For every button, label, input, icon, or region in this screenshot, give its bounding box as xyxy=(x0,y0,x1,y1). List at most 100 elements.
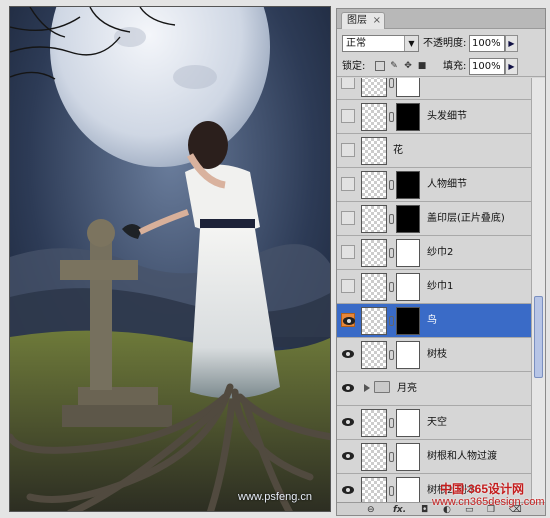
panel-tabbar: 图层 × xyxy=(337,9,545,29)
layer-mask-thumbnail[interactable] xyxy=(396,443,420,471)
blend-mode-value: 正常 xyxy=(346,38,366,49)
layer-name: 纱巾1 xyxy=(427,281,454,292)
visibility-eye-icon[interactable] xyxy=(341,109,355,123)
layer-name: 树枝 xyxy=(427,349,447,360)
layers-scrollbar[interactable] xyxy=(531,78,545,502)
layer-row[interactable]: 纱巾2 xyxy=(337,236,531,270)
fill-slider-arrow-icon[interactable]: ▶ xyxy=(505,58,518,75)
layer-thumbnail xyxy=(361,171,387,199)
lock-move-icon[interactable]: ✥ xyxy=(403,61,413,71)
mask-link-icon[interactable] xyxy=(389,112,394,122)
mask-icon[interactable]: ◘ xyxy=(421,504,428,515)
layer-row[interactable]: 树根和人物过渡 xyxy=(337,440,531,474)
tab-layers-label: 图层 xyxy=(347,15,367,26)
opacity-slider-arrow-icon[interactable]: ▶ xyxy=(505,35,518,52)
lock-brush-icon[interactable]: ✎ xyxy=(389,61,399,71)
layer-thumbnail xyxy=(361,273,387,301)
canvas-watermark: www.psfeng.cn xyxy=(238,491,312,503)
layer-row[interactable]: 盖印层(正片叠底) xyxy=(337,202,531,236)
mask-link-icon[interactable] xyxy=(389,248,394,258)
layer-mask-thumbnail[interactable] xyxy=(396,239,420,267)
layer-thumbnail xyxy=(361,443,387,471)
layer-row[interactable]: 人物细节 xyxy=(337,168,531,202)
layer-mask-thumbnail[interactable] xyxy=(396,273,420,301)
layer-mask-thumbnail[interactable] xyxy=(396,307,420,335)
layer-thumbnail xyxy=(361,239,387,267)
layer-row[interactable] xyxy=(337,78,531,100)
mask-link-icon[interactable] xyxy=(389,452,394,462)
corner-watermark-cn: 中国·365设计网 xyxy=(440,482,525,496)
layer-thumbnail xyxy=(361,341,387,369)
layer-mask-thumbnail[interactable] xyxy=(396,171,420,199)
fill-label: 填充: xyxy=(443,61,467,72)
lock-label: 锁定: xyxy=(342,61,366,72)
lock-all-icon[interactable]: ■ xyxy=(417,61,427,71)
mask-link-icon[interactable] xyxy=(389,214,394,224)
layers-list: 头发细节花人物细节 盖印层(正片叠底) 纱巾2 纱巾1 鸟树枝 月亮 天空 树根和人物过渡 树根… xyxy=(337,78,531,502)
lock-fill-row: 锁定: ✎ ✥ ■ 填充: 100% ▶ xyxy=(337,55,545,77)
layer-thumbnail xyxy=(361,409,387,437)
layer-name: 头发细节 xyxy=(427,111,467,122)
layer-thumbnail xyxy=(361,477,387,502)
layer-name: 树根和人物过渡 xyxy=(427,451,497,462)
document-canvas[interactable]: www.psfeng.cn xyxy=(9,6,331,512)
visibility-eye-icon[interactable] xyxy=(341,483,355,497)
scrollbar-thumb[interactable] xyxy=(534,296,543,378)
layer-thumbnail xyxy=(361,205,387,233)
mask-link-icon[interactable] xyxy=(389,486,394,496)
close-icon[interactable]: × xyxy=(373,13,381,28)
mask-link-icon[interactable] xyxy=(389,78,394,88)
layer-row[interactable]: 鸟 xyxy=(337,304,531,338)
expand-triangle-icon[interactable] xyxy=(364,384,370,392)
opacity-field[interactable]: 100% xyxy=(469,35,505,52)
visibility-eye-icon[interactable] xyxy=(341,211,355,225)
layer-thumbnail xyxy=(361,103,387,131)
layer-row[interactable]: 头发细节 xyxy=(337,100,531,134)
fx-icon[interactable]: fx. xyxy=(393,504,406,515)
blend-mode-select[interactable]: 正常 ▼ xyxy=(342,35,419,52)
mask-link-icon[interactable] xyxy=(389,282,394,292)
layer-name: 人物细节 xyxy=(427,179,467,190)
visibility-eye-icon[interactable] xyxy=(341,279,355,293)
visibility-eye-icon[interactable] xyxy=(341,78,355,89)
layer-mask-thumbnail[interactable] xyxy=(396,205,420,233)
link-icon[interactable]: ⊖ xyxy=(367,504,375,515)
layer-row[interactable]: 纱巾1 xyxy=(337,270,531,304)
artwork xyxy=(10,7,330,511)
mask-link-icon[interactable] xyxy=(389,316,394,326)
corner-watermark-url: www.cn365design.com xyxy=(432,496,545,508)
mask-link-icon[interactable] xyxy=(389,418,394,428)
layer-mask-thumbnail[interactable] xyxy=(396,409,420,437)
lock-transparency-icon[interactable] xyxy=(375,61,385,71)
layer-mask-thumbnail[interactable] xyxy=(396,103,420,131)
mask-link-icon[interactable] xyxy=(389,180,394,190)
visibility-eye-icon[interactable] xyxy=(341,177,355,191)
layer-row[interactable]: 树枝 xyxy=(337,338,531,372)
layer-row[interactable]: 月亮 xyxy=(337,372,531,406)
layer-mask-thumbnail[interactable] xyxy=(396,78,420,97)
layer-row[interactable]: 花 xyxy=(337,134,531,168)
visibility-eye-icon[interactable] xyxy=(341,143,355,157)
visibility-eye-icon[interactable] xyxy=(341,245,355,259)
mask-link-icon[interactable] xyxy=(389,350,394,360)
layer-name: 花 xyxy=(393,145,403,156)
opacity-label: 不透明度: xyxy=(423,38,467,49)
layer-name: 纱巾2 xyxy=(427,247,454,258)
visibility-eye-icon[interactable] xyxy=(341,381,355,395)
visibility-eye-icon[interactable] xyxy=(341,347,355,361)
visibility-eye-icon[interactable] xyxy=(341,313,355,327)
visibility-eye-icon[interactable] xyxy=(341,449,355,463)
screenshot-stage: www.psfeng.cn 图层 × 正常 ▼ 不透明度: 100% ▶ 锁定:… xyxy=(0,0,550,518)
tab-layers[interactable]: 图层 × xyxy=(341,12,385,29)
layer-thumbnail xyxy=(361,307,387,335)
fill-field[interactable]: 100% xyxy=(469,58,505,75)
layer-row[interactable]: 天空 xyxy=(337,406,531,440)
layer-mask-thumbnail[interactable] xyxy=(396,477,420,502)
visibility-eye-icon[interactable] xyxy=(341,415,355,429)
layers-panel: 图层 × 正常 ▼ 不透明度: 100% ▶ 锁定: ✎ ✥ ■ 填充: 100… xyxy=(336,8,546,516)
layer-mask-thumbnail[interactable] xyxy=(396,341,420,369)
layer-name: 盖印层(正片叠底) xyxy=(427,213,505,224)
layer-name: 月亮 xyxy=(397,383,417,394)
layer-thumbnail xyxy=(361,78,387,97)
blend-opacity-row: 正常 ▼ 不透明度: 100% ▶ xyxy=(337,31,545,55)
